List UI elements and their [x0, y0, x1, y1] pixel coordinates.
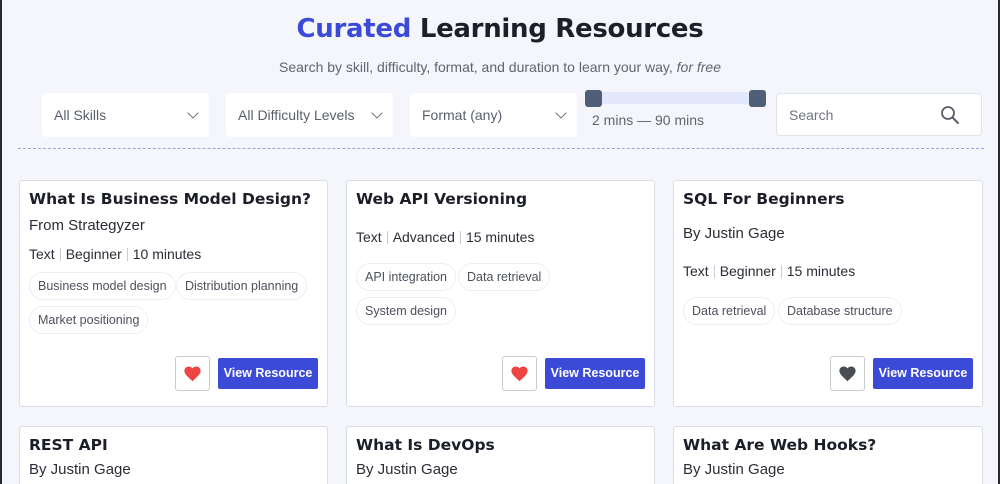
- chevron-down-icon: [371, 107, 383, 119]
- card-duration: 15 minutes: [786, 263, 856, 279]
- favorite-button[interactable]: [830, 356, 865, 391]
- skill-tag[interactable]: Database structure: [778, 297, 902, 325]
- card-author: By Justin Gage: [683, 461, 785, 478]
- heart-icon: [511, 366, 528, 382]
- card-title: SQL For Beginners: [683, 190, 845, 208]
- skills-select-value: All Skills: [54, 107, 107, 123]
- difficulty-select-value: All Difficulty Levels: [238, 107, 355, 123]
- card-duration: 15 minutes: [465, 229, 535, 245]
- card-title: What Are Web Hooks?: [683, 436, 877, 454]
- card-level: Beginner: [65, 246, 122, 262]
- page-title: Curated Learning Resources: [2, 14, 998, 44]
- resource-card: SQL For Beginners By Justin Gage Text Beg…: [673, 180, 983, 407]
- card-title: REST API: [29, 436, 108, 454]
- skill-tag[interactable]: Market positioning: [29, 306, 149, 334]
- skills-select[interactable]: All Skills: [42, 93, 209, 137]
- skill-tag[interactable]: Business model design: [29, 272, 176, 300]
- card-level: Beginner: [719, 263, 776, 279]
- subtitle-text: Search by skill, difficulty, format, and…: [279, 59, 677, 75]
- card-author: By Justin Gage: [29, 461, 131, 478]
- page-subtitle: Search by skill, difficulty, format, and…: [2, 59, 998, 75]
- chevron-down-icon: [555, 107, 567, 119]
- card-meta: Text Beginner 15 minutes: [683, 263, 855, 279]
- card-format: Text: [29, 246, 55, 262]
- card-author: By Justin Gage: [683, 225, 785, 242]
- meta-separator: [59, 248, 61, 261]
- card-title: What Is Business Model Design?: [29, 190, 311, 208]
- skill-tag[interactable]: Data retrieval: [683, 297, 776, 325]
- resource-card: Web API Versioning Text Advanced 15 minute…: [346, 180, 655, 407]
- card-duration: 10 minutes: [132, 246, 202, 262]
- skill-tag[interactable]: Data retrieval: [458, 263, 551, 291]
- meta-separator: [386, 231, 388, 244]
- view-resource-button[interactable]: View Resource: [218, 358, 318, 389]
- page-title-accent: Curated: [296, 14, 412, 44]
- resource-card: What Is DevOps By Justin Gage: [346, 426, 655, 484]
- format-select-value: Format (any): [422, 107, 503, 123]
- duration-slider-max-handle[interactable]: [749, 90, 766, 107]
- section-divider: [18, 148, 984, 149]
- skill-tag[interactable]: API integration: [356, 263, 456, 291]
- favorite-button[interactable]: [175, 356, 210, 391]
- favorite-button[interactable]: [502, 356, 537, 391]
- card-author: From Strategyzer: [29, 217, 145, 234]
- meta-separator: [780, 265, 782, 278]
- meta-separator: [713, 265, 715, 278]
- search-input[interactable]: Search: [776, 93, 982, 136]
- card-title: What Is DevOps: [356, 436, 495, 454]
- view-resource-button[interactable]: View Resource: [873, 358, 973, 389]
- page-title-rest: Learning Resources: [411, 14, 704, 44]
- card-author: By Justin Gage: [356, 461, 458, 478]
- resource-card: What Is Business Model Design? From Stra…: [19, 180, 328, 407]
- format-select[interactable]: Format (any): [410, 93, 577, 137]
- heart-icon: [839, 366, 856, 382]
- skill-tag[interactable]: System design: [356, 297, 456, 325]
- chevron-down-icon: [187, 107, 199, 119]
- card-level: Advanced: [392, 229, 455, 245]
- card-title: Web API Versioning: [356, 190, 528, 208]
- duration-slider-min-handle[interactable]: [585, 90, 602, 107]
- resource-card: What Are Web Hooks? By Justin Gage: [673, 426, 983, 484]
- search-placeholder: Search: [789, 107, 834, 123]
- card-format: Text: [683, 263, 709, 279]
- card-meta: Text Beginner 10 minutes: [29, 246, 201, 262]
- card-format: Text: [356, 229, 382, 245]
- meta-separator: [459, 231, 461, 244]
- difficulty-select[interactable]: All Difficulty Levels: [226, 93, 393, 137]
- meta-separator: [126, 248, 128, 261]
- subtitle-emphasis: for free: [676, 59, 721, 75]
- duration-range-label: 2 mins — 90 mins: [592, 112, 705, 128]
- card-meta: Text Advanced 15 minutes: [356, 229, 534, 245]
- skill-tag[interactable]: Distribution planning: [176, 272, 308, 300]
- view-resource-button[interactable]: View Resource: [545, 358, 645, 389]
- resource-card: REST API By Justin Gage: [19, 426, 328, 484]
- heart-icon: [184, 366, 201, 382]
- search-icon[interactable]: [940, 105, 960, 125]
- duration-slider-track[interactable]: [593, 92, 757, 104]
